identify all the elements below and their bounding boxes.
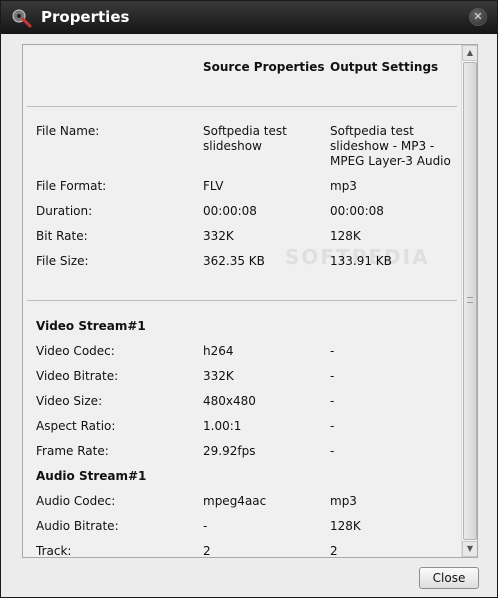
row-output-value: - [330,394,335,408]
scrollbar-thumb[interactable] [463,62,477,540]
chevron-up-icon[interactable]: ▲ [462,45,477,61]
row-source-value: 480x480 [203,394,256,408]
row-label: Video Bitrate: [36,369,119,383]
row-source-value: 00:00:08 [203,204,257,218]
section-divider [27,300,457,301]
row-label: Duration: [36,204,93,218]
row-source-value: FLV [203,179,224,193]
window-title: Properties [41,8,130,26]
media-player-icon [12,9,32,28]
row-output-value: Softpedia test slideshow - MP3 - MPEG La… [330,124,451,168]
row-source-value: 362.35 KB [203,254,265,268]
grip-icon [467,297,473,303]
properties-window: Properties ✕ Source Properties Output Se… [0,0,498,598]
row-label: Video Size: [36,394,103,408]
properties-panel: Source Properties Output Settings File N… [22,44,478,558]
row-label: Track: [36,544,72,558]
row-label: File Format: [36,179,107,193]
close-icon[interactable]: ✕ [469,8,487,26]
row-source-value: 332K [203,229,234,243]
output-settings-header: Output Settings [330,60,439,74]
row-source-value: 332K [203,369,234,383]
row-source-value: 29.92fps [203,444,256,458]
row-source-value: 2 [203,544,211,558]
row-output-value: mp3 [330,494,357,508]
source-properties-header: Source Properties [203,60,325,74]
row-output-value: - [330,344,335,358]
row-source-value: Softpedia test slideshow [203,124,287,153]
row-label: File Name: [36,124,100,138]
row-output-value: 128K [330,229,361,243]
row-label: Audio Codec: [36,494,116,508]
row-label: File Size: [36,254,89,268]
row-source-value: h264 [203,344,234,358]
row-output-value: - [330,419,335,433]
watermark: SOFTPEDIA [285,245,430,269]
row-source-value: mpeg4aac [203,494,267,508]
row-label: Audio Bitrate: [36,519,119,533]
row-output-value: - [330,369,335,383]
row-label: Aspect Ratio: [36,419,116,433]
vertical-scrollbar[interactable]: ▲ ▼ [461,45,477,557]
row-output-value: - [330,444,335,458]
row-source-value: 1.00:1 [203,419,242,433]
row-label: Video Codec: [36,344,115,358]
row-label: Bit Rate: [36,229,88,243]
row-output-value: 128K [330,519,361,533]
video-stream-title: Video Stream#1 [36,319,146,333]
properties-content: Source Properties Output Settings File N… [23,45,461,557]
close-button[interactable]: Close [419,567,479,589]
row-output-value: mp3 [330,179,357,193]
title-bar[interactable]: Properties ✕ [1,1,497,34]
audio-stream-title: Audio Stream#1 [36,469,147,483]
row-label: Frame Rate: [36,444,109,458]
row-output-value: 00:00:08 [330,204,384,218]
chevron-down-icon[interactable]: ▼ [462,541,477,557]
header-divider [27,106,457,107]
row-output-value: 2 [330,544,338,558]
row-source-value: - [203,519,208,533]
